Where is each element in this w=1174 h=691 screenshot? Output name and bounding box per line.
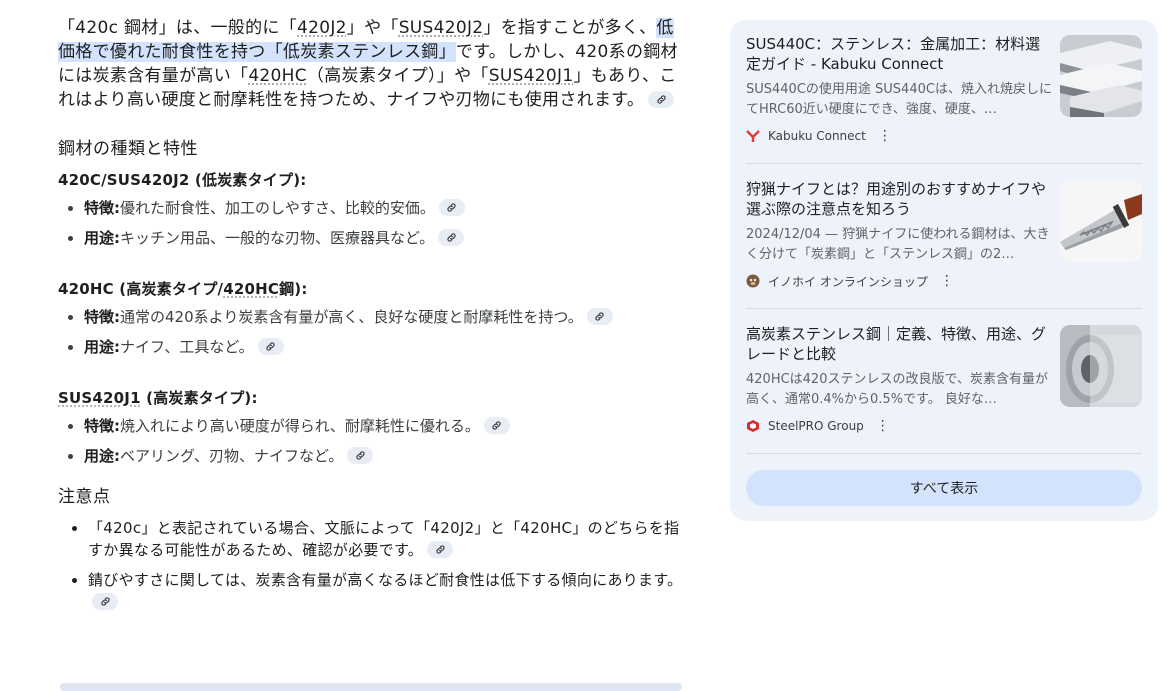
list-item: 「420c」と表記されている場合、文脈によって「420J2」と「420HC」のど… xyxy=(88,517,684,561)
intro-text: 」を指すことが多く、 xyxy=(483,18,657,38)
more-options-icon[interactable]: ⋮ xyxy=(878,128,892,144)
list-item: 用途:キッチン用品、一般的な刃物、医療器具など。 xyxy=(84,228,684,248)
heading-text: 420HC (高炭素タイプ/ xyxy=(58,280,224,298)
sources-panel: SUS440C：ステンレス：金属加工：材料選定ガイド - Kabuku Conn… xyxy=(730,20,1158,521)
note-text: 錆びやすさに関しては、炭素含有量が高くなるほど耐食性は低下する傾向にあります。 xyxy=(88,571,683,589)
intro-text: 」や「 xyxy=(346,18,399,38)
intro-text: （高炭素タイプ）」や「 xyxy=(306,66,489,86)
source-link-chip[interactable] xyxy=(438,229,465,246)
source-link-chip[interactable] xyxy=(586,308,613,325)
link-icon xyxy=(491,420,502,431)
term-link-420hc[interactable]: 420HC xyxy=(223,280,279,298)
source-link-chip[interactable] xyxy=(648,90,675,108)
term-link-sus420j2[interactable]: SUS420J2 xyxy=(399,18,484,38)
type-list-420hc: 特徴:通常の420系より炭素含有量が高く、良好な硬度と耐摩耗性を持つ。 用途:ナ… xyxy=(58,307,684,357)
item-label: 用途: xyxy=(84,338,120,356)
item-label: 特徴: xyxy=(84,417,120,435)
link-icon xyxy=(656,94,667,105)
link-icon xyxy=(446,232,457,243)
term-link-sus420j1[interactable]: SUS420J1 xyxy=(489,66,574,86)
source-title[interactable]: SUS440C：ステンレス：金属加工：材料選定ガイド - Kabuku Conn… xyxy=(746,34,1046,74)
steel-bars-image xyxy=(1060,35,1142,117)
type-list-sus420j1: 特徴:焼入れにより高い硬度が得られ、耐摩耗性に優れる。 用途:ベアリング、刃物、… xyxy=(58,416,684,466)
link-icon xyxy=(100,596,111,607)
item-label: 用途: xyxy=(84,229,120,247)
source-link-chip[interactable] xyxy=(438,199,465,216)
source-site: イノホイ オンラインショップ ⋮ xyxy=(746,271,954,291)
term-link-sus420j1[interactable]: SUS420J1 xyxy=(58,389,141,407)
divider xyxy=(746,453,1142,454)
list-item: 特徴:焼入れにより高い硬度が得られ、耐摩耗性に優れる。 xyxy=(84,416,684,436)
intro-paragraph: 「420c 鋼材」は、一般的に「420J2」や「SUS420J2」を指すことが多… xyxy=(58,16,684,112)
list-item: 用途:ベアリング、刃物、ナイフなど。 xyxy=(84,446,684,466)
source-thumbnail[interactable] xyxy=(1060,325,1142,407)
more-options-icon[interactable]: ⋮ xyxy=(876,418,890,434)
steelpro-logo-icon xyxy=(747,420,759,432)
list-item: 用途:ナイフ、工具など。 xyxy=(84,337,684,357)
hunting-knife-image xyxy=(1060,180,1142,262)
source-site-name: イノホイ オンラインショップ xyxy=(768,274,928,289)
source-link-chip[interactable] xyxy=(92,593,118,610)
list-item: 特徴:通常の420系より炭素含有量が高く、良好な硬度と耐摩耗性を持つ。 xyxy=(84,307,684,327)
type-heading-sus420j1: SUS420J1 (高炭素タイプ): xyxy=(58,387,684,408)
term-link-420j2[interactable]: 420J2 xyxy=(297,18,347,38)
steel-coil-image xyxy=(1060,325,1142,407)
item-text: キッチン用品、一般的な刃物、医療器具など。 xyxy=(120,229,435,247)
note-text: 「420c」と表記されている場合、文脈によって「420J2」と「420HC」のど… xyxy=(88,519,680,559)
source-link-chip[interactable] xyxy=(483,417,510,434)
more-options-icon[interactable]: ⋮ xyxy=(940,273,954,289)
source-title[interactable]: 狩猟ナイフとは？用途別のおすすめナイフや選ぶ際の注意点を知ろう xyxy=(746,179,1046,219)
heading-text: 鋼): xyxy=(279,280,308,298)
source-site-name: Kabuku Connect xyxy=(768,129,866,143)
link-icon xyxy=(355,450,366,461)
source-site: Kabuku Connect ⋮ xyxy=(746,126,892,146)
item-text: ナイフ、工具など。 xyxy=(120,338,254,356)
item-label: 特徴: xyxy=(84,199,120,217)
source-snippet: SUS440Cの使用用途 SUS440Cは、焼入れ焼戻しにてHRC60近い硬度に… xyxy=(746,82,1052,117)
section-heading-notes: 注意点 xyxy=(58,487,111,507)
source-link-chip[interactable] xyxy=(427,541,454,558)
link-icon xyxy=(435,544,446,555)
item-text: 優れた耐食性、加工のしやすさ、比較的安価。 xyxy=(120,199,435,217)
item-text: 通常の420系より炭素含有量が高く、良好な硬度と耐摩耗性を持つ。 xyxy=(120,308,583,326)
source-card[interactable]: 狩猟ナイフとは？用途別のおすすめナイフや選ぶ際の注意点を知ろう 2024/12/… xyxy=(746,165,1142,295)
term-link-420hc[interactable]: 420HC xyxy=(248,66,307,86)
source-snippet: 2024/12/04 — 狩猟ナイフに使われる鋼材は、大きく分けて「炭素鋼」と「… xyxy=(746,227,1050,262)
heading-text: (高炭素タイプ): xyxy=(140,389,258,407)
source-link-chip[interactable] xyxy=(347,447,374,464)
source-card[interactable]: SUS440C：ステンレス：金属加工：材料選定ガイド - Kabuku Conn… xyxy=(746,20,1142,150)
inohoi-logo-icon xyxy=(746,274,760,288)
followup-bar[interactable] xyxy=(60,683,682,691)
source-card[interactable]: 高炭素ステンレス鋼｜定義、特徴、用途、グレードと比較 420HCは420ステンレ… xyxy=(746,310,1142,440)
kabuku-logo-icon xyxy=(746,130,760,142)
list-item: 特徴:優れた耐食性、加工のしやすさ、比較的安価。 xyxy=(84,198,684,218)
divider xyxy=(746,163,1142,164)
show-all-button[interactable]: すべて表示 xyxy=(746,470,1142,506)
type-heading-420c: 420C/SUS420J2 (低炭素タイプ): xyxy=(58,171,307,189)
ai-answer: 「420c 鋼材」は、一般的に「420J2」や「SUS420J2」を指すことが多… xyxy=(58,16,684,621)
list-item: 錆びやすさに関しては、炭素含有量が高くなるほど耐食性は低下する傾向にあります。 xyxy=(88,569,684,613)
source-thumbnail[interactable] xyxy=(1060,35,1142,117)
item-label: 用途: xyxy=(84,447,120,465)
source-site-name: SteelPRO Group xyxy=(768,419,864,433)
item-text: ベアリング、刃物、ナイフなど。 xyxy=(120,447,344,465)
item-text: 焼入れにより高い硬度が得られ、耐摩耗性に優れる。 xyxy=(120,417,480,435)
divider xyxy=(746,308,1142,309)
link-icon xyxy=(446,202,457,213)
type-list-420c: 特徴:優れた耐食性、加工のしやすさ、比較的安価。 用途:キッチン用品、一般的な刃… xyxy=(58,198,684,248)
source-thumbnail[interactable] xyxy=(1060,180,1142,262)
source-title[interactable]: 高炭素ステンレス鋼｜定義、特徴、用途、グレードと比較 xyxy=(746,324,1046,364)
source-snippet: 420HCは420ステンレスの改良版で、炭素含有量が高く、通常0.4%から0.5… xyxy=(746,372,1048,407)
intro-text: 「420c 鋼材」は、一般的に「 xyxy=(58,18,297,38)
link-icon xyxy=(265,341,276,352)
link-icon xyxy=(594,311,605,322)
type-heading-420hc: 420HC (高炭素タイプ/420HC鋼): xyxy=(58,278,684,299)
item-label: 特徴: xyxy=(84,308,120,326)
section-heading-types: 鋼材の種類と特性 xyxy=(58,139,198,159)
source-link-chip[interactable] xyxy=(257,338,284,355)
notes-list: 「420c」と表記されている場合、文脈によって「420J2」と「420HC」のど… xyxy=(58,517,684,613)
source-site: SteelPRO Group ⋮ xyxy=(746,416,890,436)
